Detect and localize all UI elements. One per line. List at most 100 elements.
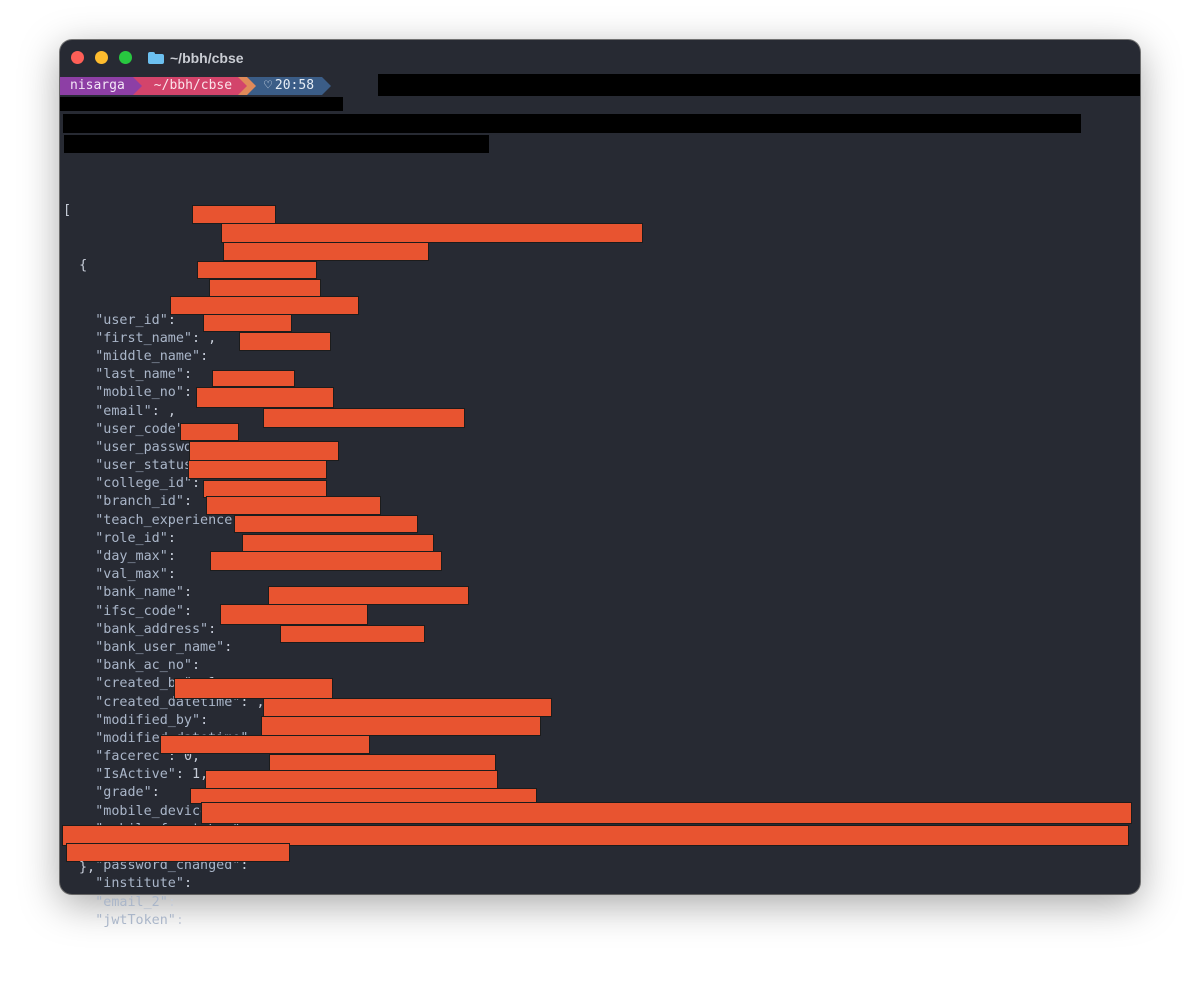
redaction-bar [66, 843, 290, 862]
redaction-bar [196, 387, 334, 408]
redaction-bar [188, 460, 327, 479]
json-separator: : [183, 367, 192, 383]
redaction-bar [160, 735, 370, 754]
redacted-command [378, 74, 1140, 96]
json-separator: : [208, 621, 225, 637]
json-continuation-line [63, 948, 265, 966]
json-key: "institute" [95, 876, 184, 892]
json-tail: , [167, 403, 176, 419]
redaction-bar [261, 716, 541, 736]
json-key: "user_status" [95, 458, 201, 474]
prompt-separator-icon [132, 77, 142, 95]
close-button[interactable] [71, 51, 84, 64]
redaction-bar [210, 551, 442, 571]
redaction-bar [174, 678, 333, 699]
redaction-bar [221, 223, 643, 243]
redaction-bar [242, 534, 434, 552]
redaction-bar [170, 296, 359, 315]
json-key: "middle_name" [95, 348, 201, 364]
json-separator: : [167, 312, 184, 328]
json-key: "modified_by" [95, 712, 201, 728]
json-field-line: "bank_name": [63, 584, 265, 602]
json-separator: : [175, 767, 192, 783]
redaction-bar [263, 698, 552, 717]
json-separator: : [224, 639, 241, 655]
minimize-button[interactable] [95, 51, 108, 64]
json-close-brace: }, [79, 860, 96, 875]
json-field-line: "first_name": , [63, 330, 265, 348]
json-key: "bank_name" [95, 585, 184, 601]
json-key: "teach_experience" [95, 512, 241, 528]
redaction-bar [205, 770, 498, 789]
json-separator: : [183, 494, 192, 510]
json-key: "bank_user_name" [95, 639, 225, 655]
json-separator: : [192, 658, 209, 674]
redaction-bar [192, 205, 276, 224]
json-separator: : [183, 876, 201, 892]
json-field-line: "bank_ac_no": [63, 657, 265, 675]
json-separator: : [151, 785, 168, 801]
heart-icon: ♡ [264, 78, 272, 93]
redaction-bar [234, 515, 418, 533]
prompt-end-icon [322, 77, 332, 95]
shell-prompt: nisarga ~/bbh/cbse ♡ 20:58 [60, 77, 332, 95]
redaction-bar [190, 788, 537, 804]
json-key: "email" [95, 403, 152, 419]
json-field-line: "middle_name": [63, 348, 265, 366]
redaction-bar [180, 423, 239, 441]
json-continuation-line [63, 966, 265, 984]
prompt-separator-icon [238, 77, 248, 95]
redaction-bar [189, 441, 339, 461]
redaction-bar [203, 314, 292, 332]
redaction-bar [220, 604, 368, 625]
json-key: "user_id" [95, 312, 168, 328]
redaction-bar [269, 754, 496, 772]
json-key: "last_name" [95, 367, 184, 383]
json-separator: : [183, 603, 201, 619]
redaction-bar [263, 408, 465, 428]
json-key: "bank_address" [95, 621, 209, 637]
json-field-line: "bank_user_name": [63, 639, 265, 657]
redaction-bar [209, 279, 321, 297]
json-field-line: "role_id": [63, 530, 265, 548]
prompt-time-value: 20:58 [274, 78, 315, 93]
json-key: "val_max" [95, 567, 168, 583]
redaction-bar [212, 370, 295, 387]
json-continuation-line [63, 930, 265, 948]
json-separator: : [151, 403, 168, 419]
json-separator: : [192, 330, 209, 346]
json-field-line: "institute": [63, 875, 265, 893]
redaction-bar [206, 496, 381, 515]
json-key: "facerec" [95, 749, 168, 765]
json-key: "ifsc_code" [95, 603, 184, 619]
json-key: "role_id" [95, 530, 168, 546]
folder-icon [148, 52, 164, 64]
prompt-time: ♡ 20:58 [256, 77, 323, 95]
redaction-bar [201, 802, 1132, 824]
window-title: ~/bbh/cbse [148, 48, 244, 68]
redaction-bar [268, 586, 469, 605]
json-key: "IsActive" [95, 767, 176, 783]
json-key: "first_name" [95, 330, 192, 346]
window-title-text: ~/bbh/cbse [170, 50, 244, 66]
prompt-user: nisarga [60, 77, 133, 95]
json-separator: : [167, 530, 176, 546]
json-separator: : [167, 549, 184, 565]
title-bar: ~/bbh/cbse [60, 40, 1140, 76]
json-field-line: "jwtToken": [63, 912, 265, 930]
redacted-command [63, 114, 1081, 133]
json-key: "user_code" [95, 421, 184, 437]
json-separator: : [167, 894, 184, 910]
prompt-separator-icon [247, 77, 257, 95]
json-key: "branch_id" [95, 494, 184, 510]
json-key: "bank_ac_no" [95, 658, 192, 674]
json-separator: : [167, 567, 184, 583]
redacted-command [60, 97, 343, 111]
redaction-bar [197, 261, 317, 279]
zoom-button[interactable] [119, 51, 132, 64]
redaction-bar [280, 625, 425, 643]
json-separator: : [175, 912, 192, 928]
prompt-path: ~/bbh/cbse [141, 77, 239, 95]
json-key: "day_max" [95, 549, 168, 565]
redaction-bar [203, 480, 327, 498]
